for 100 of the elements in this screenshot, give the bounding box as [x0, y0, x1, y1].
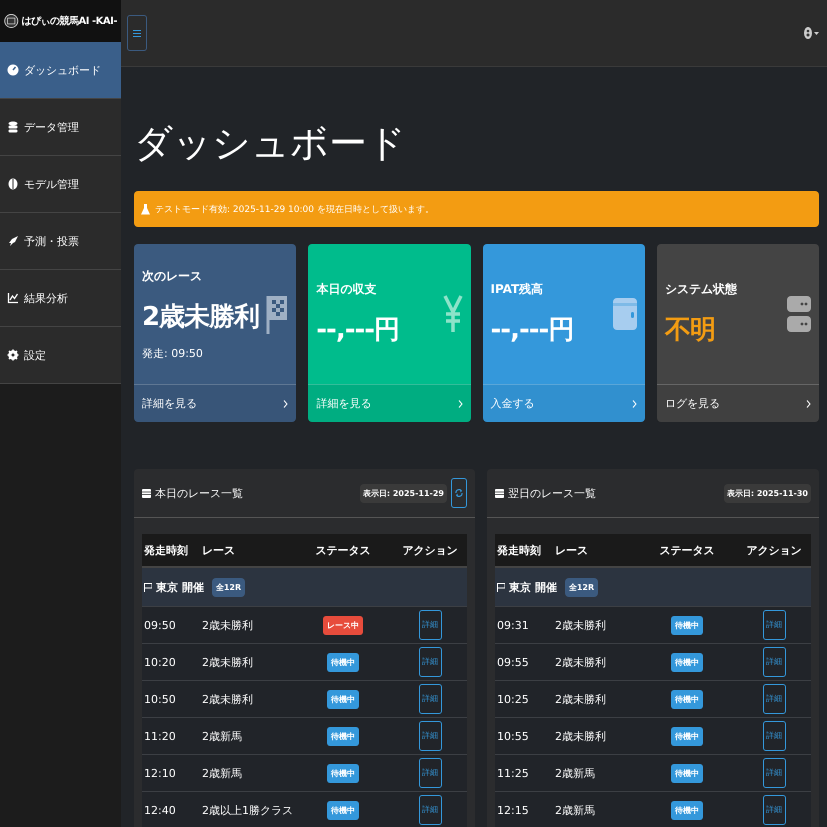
- card-title: 本日の収支: [316, 281, 378, 298]
- flag-icon: [144, 582, 152, 592]
- card-footer-link[interactable]: ログを見る: [656, 384, 819, 422]
- table-cell-text: 09:31: [496, 618, 530, 632]
- table-cell-text: 12:10: [143, 766, 177, 780]
- sidebar-item[interactable]: 結果分析: [0, 270, 121, 327]
- sidebar-item[interactable]: ダッシュボード: [0, 42, 121, 99]
- sidebar-item[interactable]: 予測・投票: [0, 213, 121, 270]
- status-badge: 待機中: [327, 764, 359, 782]
- card-value: --,---円: [490, 314, 574, 347]
- card-title: IPAT残高: [490, 281, 544, 298]
- menu-icon: [133, 30, 141, 36]
- table-cell-text: 09:50: [143, 618, 177, 632]
- line-chart-icon: [7, 292, 19, 304]
- card-footer-link[interactable]: 入金する: [482, 384, 645, 422]
- yen-icon: [442, 294, 462, 334]
- table-cell-text: 12:40: [143, 804, 177, 816]
- sidebar-item[interactable]: 設定: [0, 327, 121, 384]
- calendar-icon: [142, 488, 151, 498]
- table-cell-text: 2歳未勝利: [554, 618, 607, 632]
- table-cell-text: 10:50: [143, 692, 177, 706]
- sidebar-item[interactable]: データ管理: [0, 99, 121, 156]
- card-value: 不明: [664, 314, 716, 347]
- chevron-right-icon: [632, 400, 637, 408]
- status-badge: 待機中: [327, 726, 359, 746]
- chevron-right-icon: [806, 400, 811, 408]
- status-badge: 待機中: [671, 616, 703, 634]
- user-icon: [804, 27, 812, 39]
- table-cell-text: 2歳新馬: [554, 802, 596, 818]
- status-badge: 待機中: [327, 800, 359, 820]
- column-header: レース: [201, 542, 236, 558]
- refresh-icon: [455, 488, 463, 498]
- detail-button[interactable]: 詳細: [418, 610, 442, 640]
- table-cell-text: 10:25: [496, 692, 530, 706]
- menu-button[interactable]: [127, 15, 147, 51]
- flask-icon: [141, 204, 150, 214]
- status-badge: レース中: [323, 616, 363, 634]
- column-header: アクション: [746, 542, 802, 558]
- status-badge: 待機中: [671, 726, 703, 746]
- server-icon: [787, 296, 811, 332]
- column-header: 発走時刻: [496, 542, 542, 558]
- detail-button[interactable]: 詳細: [418, 647, 442, 677]
- table-cell-text: 2歳未勝利: [554, 692, 607, 706]
- column-header: レース: [554, 542, 589, 558]
- detail-button[interactable]: 詳細: [762, 758, 786, 788]
- card-title: 次のレース: [142, 268, 203, 284]
- column-header: 発走時刻: [142, 542, 189, 558]
- detail-button[interactable]: 詳細: [762, 610, 786, 640]
- alert-text: テストモード有効: 2025-11-29 10:00 を現在日時として扱います。: [155, 204, 434, 216]
- rocket-icon: [7, 235, 19, 247]
- date-badge: 表示日: 2025-11-29: [360, 484, 447, 502]
- table-cell-text: 2歳未勝利: [554, 654, 607, 670]
- table-cell-text: 2歳未勝利: [201, 618, 254, 632]
- detail-button[interactable]: 詳細: [418, 758, 442, 788]
- flag-icon: [497, 582, 505, 592]
- table-cell-text: 11:25: [496, 766, 530, 780]
- column-header: アクション: [402, 542, 458, 558]
- detail-button[interactable]: 詳細: [762, 684, 786, 714]
- chevron-right-icon: [458, 400, 462, 408]
- caret-icon: [814, 32, 819, 34]
- calendar-icon: [495, 488, 504, 498]
- venue-name: 東京 開催: [509, 580, 557, 594]
- gauge-icon: [7, 64, 19, 76]
- date-badge: 表示日: 2025-11-30: [724, 484, 811, 502]
- table-cell-text: 2歳新馬: [201, 728, 243, 744]
- table-cell-text: 11:20: [143, 730, 177, 742]
- table-cell-text: 10:55: [496, 730, 530, 742]
- detail-button[interactable]: 詳細: [418, 721, 442, 751]
- detail-button[interactable]: 詳細: [762, 647, 786, 677]
- detail-button[interactable]: 詳細: [762, 721, 786, 751]
- status-badge: 待機中: [671, 690, 703, 708]
- table-cell-text: 2歳未勝利: [201, 692, 254, 706]
- race-count-badge: 全12R: [564, 578, 598, 596]
- card-footer-link[interactable]: 詳細を見る: [308, 384, 470, 422]
- database-icon: [7, 121, 19, 133]
- detail-button[interactable]: 詳細: [418, 795, 442, 825]
- status-badge: 待機中: [327, 690, 359, 708]
- status-badge: 待機中: [671, 800, 703, 820]
- table-cell-text: 2歳新馬: [554, 766, 596, 780]
- table-cell-text: 10:20: [143, 656, 177, 668]
- detail-button[interactable]: 詳細: [418, 684, 442, 714]
- table-cell-text: 2歳未勝利: [201, 654, 254, 670]
- gear-icon: [7, 349, 19, 361]
- logo-text: はぴぃの競馬AI -KAI-: [22, 14, 117, 28]
- table-cell-text: 12:15: [496, 804, 530, 816]
- logo-emblem-icon: [4, 11, 19, 31]
- refresh-button[interactable]: [451, 478, 467, 508]
- card-value: --,---円: [316, 314, 400, 347]
- table-cell-text: 2歳以上1勝クラス: [201, 802, 293, 818]
- card-title: システム状態: [664, 281, 737, 298]
- sidebar-item[interactable]: モデル管理: [0, 156, 121, 213]
- table-cell-text: 2歳未勝利: [554, 728, 607, 744]
- status-badge: 待機中: [327, 652, 359, 672]
- chevron-right-icon: [283, 400, 288, 408]
- card-subtext: 発走: 09:50: [142, 346, 204, 360]
- detail-button[interactable]: 詳細: [762, 795, 786, 825]
- table-cell-text: 09:55: [496, 656, 530, 668]
- card-footer-link[interactable]: 詳細を見る: [134, 384, 296, 422]
- venue-name: 東京 開催: [156, 580, 204, 594]
- user-menu[interactable]: [804, 27, 819, 39]
